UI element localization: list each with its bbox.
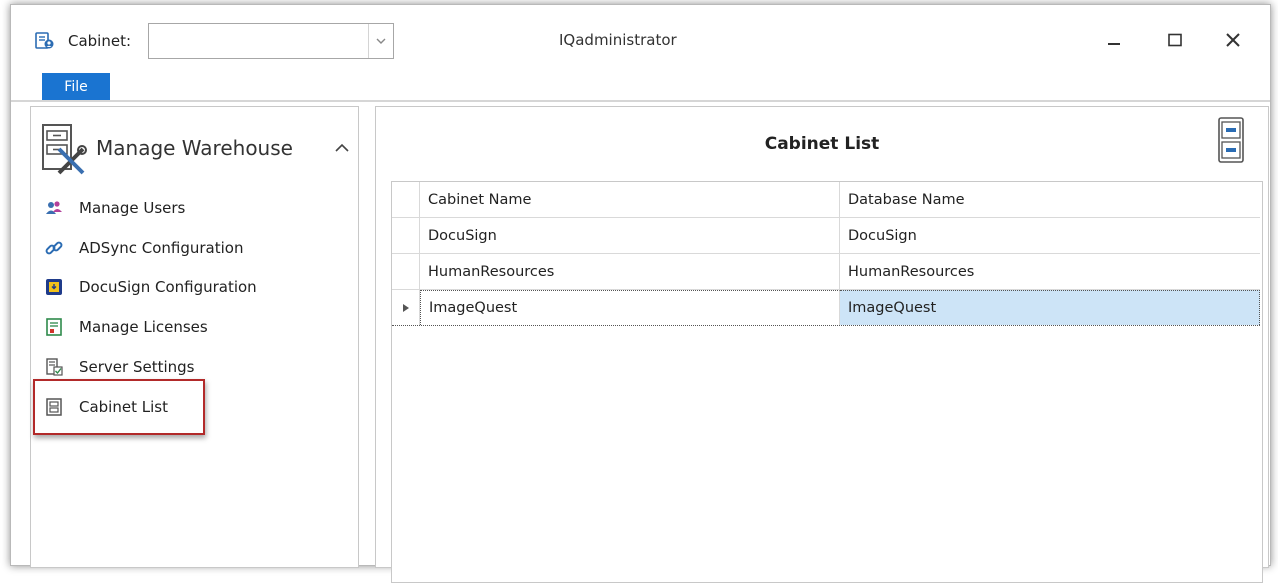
cabinet-list-highlight: [33, 379, 205, 435]
nav-item-manage-licenses[interactable]: Manage Licenses: [45, 313, 345, 341]
nav-item-label: ADSync Configuration: [79, 239, 244, 257]
app-icon: [35, 32, 54, 49]
nav-item-label: Server Settings: [79, 358, 195, 376]
users-icon: [46, 201, 62, 214]
close-button[interactable]: [1216, 25, 1250, 55]
window-title: IQadministrator: [559, 31, 677, 49]
grid-header-row: Cabinet Name Database Name: [392, 182, 1260, 218]
minimize-icon: [1108, 43, 1120, 45]
table-row-selected[interactable]: ImageQuest ImageQuest: [392, 290, 1260, 326]
maximize-button[interactable]: [1158, 25, 1192, 55]
row-indicator-header: [392, 182, 420, 217]
license-icon: [46, 318, 62, 336]
row-indicator: [392, 254, 420, 289]
server-settings-icon: [46, 358, 63, 376]
database-name-cell[interactable]: HumanResources: [840, 254, 1260, 289]
table-row[interactable]: HumanResources HumanResources: [392, 254, 1260, 290]
cabinet-name-cell[interactable]: ImageQuest: [420, 290, 840, 325]
chevron-down-icon[interactable]: [368, 24, 393, 58]
page-title: Cabinet List: [764, 134, 880, 154]
panel-layout-icon[interactable]: [1218, 117, 1244, 163]
column-header-cabinet-name[interactable]: Cabinet Name: [420, 182, 840, 217]
cabinet-name-cell[interactable]: DocuSign: [420, 218, 840, 253]
nav-item-manage-users[interactable]: Manage Users: [45, 194, 345, 222]
nav-item-label: Manage Licenses: [79, 318, 208, 336]
column-header-database-name[interactable]: Database Name: [840, 182, 1260, 217]
manage-warehouse-icon: [42, 124, 87, 175]
cabinet-select[interactable]: [148, 23, 394, 59]
app-window: Cabinet: IQadministrator File Manage War…: [10, 4, 1271, 583]
nav-item-docusign-configuration[interactable]: DocuSign Configuration: [45, 273, 345, 301]
table-row[interactable]: DocuSign DocuSign: [392, 218, 1260, 254]
maximize-icon: [1168, 33, 1182, 47]
nav-item-label: Manage Users: [79, 199, 186, 217]
docusign-icon: [46, 279, 62, 295]
ribbon-divider: [11, 100, 1270, 102]
file-tab[interactable]: File: [42, 73, 110, 100]
close-icon: [1226, 33, 1240, 47]
nav-item-server-settings[interactable]: Server Settings: [45, 353, 345, 381]
nav-item-label: DocuSign Configuration: [79, 278, 257, 296]
minimize-button[interactable]: [1097, 25, 1131, 55]
database-name-cell[interactable]: DocuSign: [840, 218, 1260, 253]
link-icon: [45, 241, 63, 255]
cabinet-name-cell[interactable]: HumanResources: [420, 254, 840, 289]
manage-warehouse-header: Manage Warehouse: [96, 136, 293, 160]
database-name-cell[interactable]: ImageQuest: [840, 290, 1260, 325]
content-panel: Cabinet List Cabinet Name Database Name …: [375, 106, 1269, 583]
chevron-up-icon[interactable]: [335, 143, 349, 153]
title-bar: Cabinet: IQadministrator: [11, 5, 1270, 73]
row-indicator: [392, 218, 420, 253]
nav-item-adsync-configuration[interactable]: ADSync Configuration: [45, 234, 345, 262]
cabinet-label: Cabinet:: [68, 32, 132, 50]
navigation-panel: Manage Warehouse Manage Users ADSync Con…: [30, 106, 359, 568]
current-row-indicator-icon: [392, 290, 420, 325]
cabinet-grid: Cabinet Name Database Name DocuSign Docu…: [391, 181, 1263, 583]
